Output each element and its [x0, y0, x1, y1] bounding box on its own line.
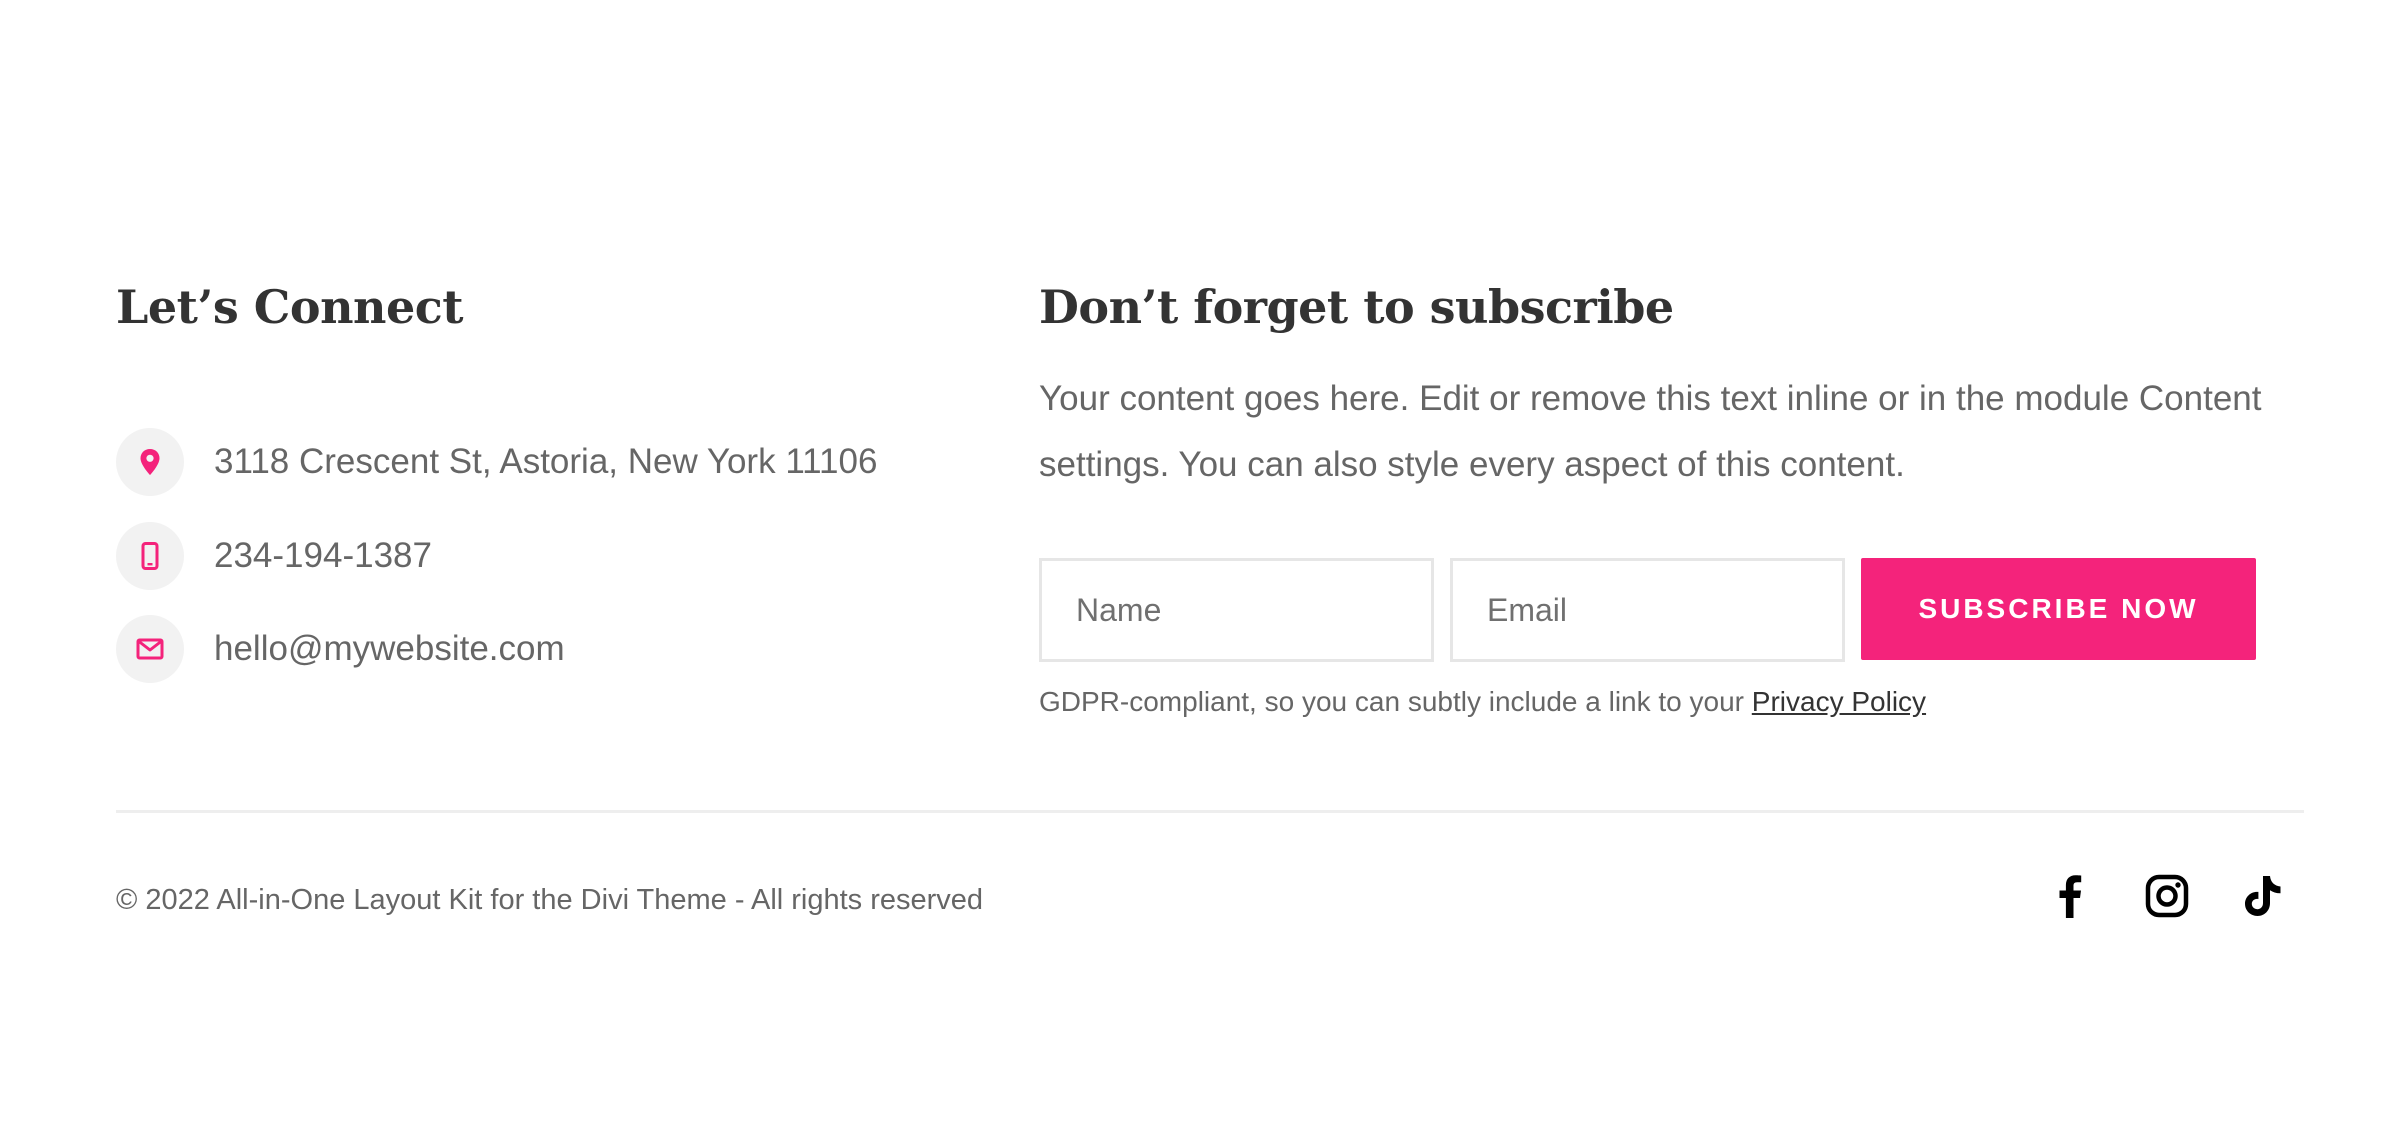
subscribe-heading: Don’t forget to subscribe: [1039, 280, 1674, 334]
footer-divider: [116, 810, 2304, 813]
email-text: hello@mywebsite.com: [214, 629, 565, 668]
subscribe-description: Your content goes here. Edit or remove t…: [1039, 379, 2262, 484]
mobile-phone-icon: [116, 522, 184, 590]
copyright-text: © 2022 All-in-One Layout Kit for the Div…: [116, 884, 984, 916]
envelope-icon: [116, 615, 184, 683]
contact-email: hello@mywebsite.com: [116, 615, 565, 683]
connect-heading: Let’s Connect: [116, 280, 464, 334]
email-input[interactable]: [1450, 558, 1845, 662]
contact-address: 3118 Crescent St, Astoria, New York 1110…: [116, 428, 877, 496]
phone-text: 234-194-1387: [214, 536, 432, 575]
contact-phone: 234-194-1387: [116, 522, 432, 590]
gdpr-text: GDPR-compliant, so you can subtly includ…: [1039, 686, 1752, 717]
subscribe-button[interactable]: SUBSCRIBE NOW: [1861, 558, 2256, 660]
facebook-icon[interactable]: [2042, 868, 2098, 924]
location-pin-icon: [116, 428, 184, 496]
gdpr-notice: GDPR-compliant, so you can subtly includ…: [1039, 686, 1926, 718]
instagram-icon[interactable]: [2139, 868, 2195, 924]
address-text: 3118 Crescent St, Astoria, New York 1110…: [214, 442, 878, 481]
tiktok-icon[interactable]: [2235, 868, 2291, 924]
privacy-policy-link[interactable]: Privacy Policy: [1752, 686, 1926, 717]
name-input[interactable]: [1039, 558, 1434, 662]
